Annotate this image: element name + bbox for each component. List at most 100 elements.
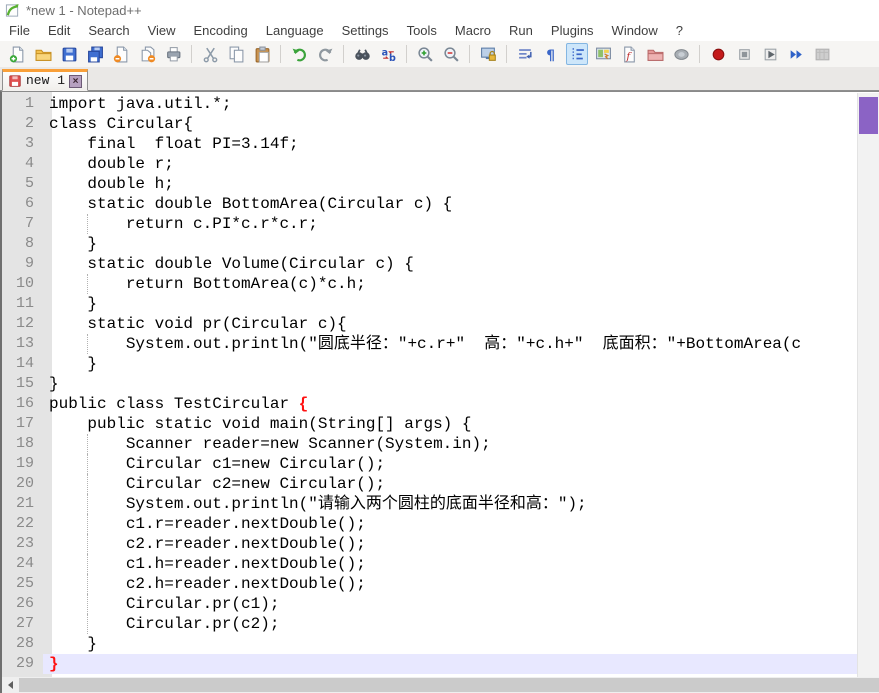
menu-view[interactable]: View xyxy=(139,21,185,40)
code-text[interactable]: return BottomArea(c)*c.h; xyxy=(43,274,857,294)
zoom-in-icon[interactable] xyxy=(414,43,436,65)
menu-tools[interactable]: Tools xyxy=(398,21,446,40)
code-text[interactable]: } xyxy=(43,294,857,314)
line-number[interactable]: 20 xyxy=(2,474,43,494)
line-number[interactable]: 23 xyxy=(2,534,43,554)
line-number[interactable]: 7 xyxy=(2,214,43,234)
code-text[interactable]: Circular.pr(c2); xyxy=(43,614,857,634)
copy-icon[interactable] xyxy=(225,43,247,65)
code-text[interactable]: public static void main(String[] args) { xyxy=(43,414,857,434)
show-indent-guide-icon[interactable] xyxy=(566,43,588,65)
tab-new-1[interactable]: new 1 × xyxy=(2,69,89,91)
line-number[interactable]: 18 xyxy=(2,434,43,454)
menu-language[interactable]: Language xyxy=(257,21,333,40)
line-number[interactable]: 14 xyxy=(2,354,43,374)
line-number[interactable]: 16 xyxy=(2,394,43,414)
folder-as-workspace-icon[interactable] xyxy=(644,43,666,65)
code-text[interactable]: c1.h=reader.nextDouble(); xyxy=(43,554,857,574)
menu-macro[interactable]: Macro xyxy=(446,21,500,40)
line-number[interactable]: 5 xyxy=(2,174,43,194)
find-icon[interactable] xyxy=(351,43,373,65)
function-list-icon[interactable] xyxy=(618,43,640,65)
playback-macro-icon[interactable] xyxy=(759,43,781,65)
menu-encoding[interactable]: Encoding xyxy=(185,21,257,40)
record-macro-icon[interactable] xyxy=(707,43,729,65)
code-text[interactable]: static void pr(Circular c){ xyxy=(43,314,857,334)
menu-edit[interactable]: Edit xyxy=(39,21,79,40)
code-text[interactable]: final float PI=3.14f; xyxy=(43,134,857,154)
line-number[interactable]: 22 xyxy=(2,514,43,534)
line-number[interactable]: 4 xyxy=(2,154,43,174)
line-number[interactable]: 13 xyxy=(2,334,43,354)
code-text[interactable]: Circular c1=new Circular(); xyxy=(43,454,857,474)
code-text[interactable]: } xyxy=(43,374,857,394)
print-icon[interactable] xyxy=(162,43,184,65)
vertical-scrollbar[interactable] xyxy=(857,93,879,677)
line-number[interactable]: 28 xyxy=(2,634,43,654)
line-number[interactable]: 15 xyxy=(2,374,43,394)
code-text[interactable]: import java.util.*; xyxy=(43,94,857,114)
sync-scrolling-icon[interactable] xyxy=(477,43,499,65)
menu-run[interactable]: Run xyxy=(500,21,542,40)
menu-search[interactable]: Search xyxy=(79,21,138,40)
code-text[interactable]: double h; xyxy=(43,174,857,194)
code-text[interactable]: c1.r=reader.nextDouble(); xyxy=(43,514,857,534)
close-all-files-icon[interactable] xyxy=(136,43,158,65)
code-text[interactable]: } xyxy=(43,354,857,374)
code-text[interactable]: double r; xyxy=(43,154,857,174)
open-file-icon[interactable] xyxy=(32,43,54,65)
menu-plugins[interactable]: Plugins xyxy=(542,21,603,40)
save-icon[interactable] xyxy=(58,43,80,65)
code-text[interactable]: Scanner reader=new Scanner(System.in); xyxy=(43,434,857,454)
line-number[interactable]: 3 xyxy=(2,134,43,154)
code-text[interactable]: return c.PI*c.r*c.r; xyxy=(43,214,857,234)
line-number[interactable]: 17 xyxy=(2,414,43,434)
run-macro-multiple-icon[interactable] xyxy=(785,43,807,65)
line-number[interactable]: 2 xyxy=(2,114,43,134)
line-number[interactable]: 6 xyxy=(2,194,43,214)
menu-settings[interactable]: Settings xyxy=(333,21,398,40)
notepadpp-logo-icon[interactable] xyxy=(5,3,20,18)
code-text[interactable]: Circular.pr(c1); xyxy=(43,594,857,614)
code-text[interactable]: System.out.println("请输入两个圆柱的底面半径和高："); xyxy=(43,494,857,514)
menu-window[interactable]: Window xyxy=(603,21,667,40)
code-text[interactable]: class Circular{ xyxy=(43,114,857,134)
line-number[interactable]: 8 xyxy=(2,234,43,254)
code-text[interactable]: } xyxy=(43,634,857,654)
line-number[interactable]: 25 xyxy=(2,574,43,594)
line-number[interactable]: 9 xyxy=(2,254,43,274)
document-map-icon[interactable] xyxy=(592,43,614,65)
vertical-scrollbar-thumb[interactable] xyxy=(859,97,878,134)
save-all-icon[interactable] xyxy=(84,43,106,65)
zoom-out-icon[interactable] xyxy=(440,43,462,65)
line-number[interactable]: 26 xyxy=(2,594,43,614)
scroll-left-arrow-icon[interactable] xyxy=(2,677,19,693)
line-number[interactable]: 21 xyxy=(2,494,43,514)
line-number[interactable]: 1 xyxy=(2,94,43,114)
horizontal-scrollbar-thumb[interactable] xyxy=(19,678,879,692)
line-number[interactable]: 24 xyxy=(2,554,43,574)
code-text[interactable]: Circular c2=new Circular(); xyxy=(43,474,857,494)
code-text[interactable]: System.out.println("圆底半径："+c.r+" 高："+c.h… xyxy=(43,334,857,354)
show-all-characters-icon[interactable] xyxy=(540,43,562,65)
line-number[interactable]: 27 xyxy=(2,614,43,634)
code-text[interactable]: static double BottomArea(Circular c) { xyxy=(43,194,857,214)
undo-icon[interactable] xyxy=(288,43,310,65)
new-document-icon[interactable] xyxy=(6,43,28,65)
cut-icon[interactable] xyxy=(199,43,221,65)
code-lines[interactable]: 1 import java.util.*; 2 class Circular{3 fi… xyxy=(2,94,857,677)
line-number[interactable]: 19 xyxy=(2,454,43,474)
code-text[interactable]: c2.r=reader.nextDouble(); xyxy=(43,534,857,554)
code-text[interactable]: public class TestCircular { xyxy=(43,394,857,414)
monitoring-icon[interactable] xyxy=(670,43,692,65)
word-wrap-icon[interactable] xyxy=(514,43,536,65)
line-number[interactable]: 10 xyxy=(2,274,43,294)
code-text[interactable]: c2.h=reader.nextDouble(); xyxy=(43,574,857,594)
code-text[interactable]: } xyxy=(43,234,857,254)
redo-icon[interactable] xyxy=(314,43,336,65)
line-number[interactable]: 12 xyxy=(2,314,43,334)
close-file-icon[interactable] xyxy=(110,43,132,65)
tab-close-icon[interactable]: × xyxy=(69,74,83,88)
horizontal-scrollbar[interactable] xyxy=(0,677,879,693)
line-number[interactable]: 11 xyxy=(2,294,43,314)
